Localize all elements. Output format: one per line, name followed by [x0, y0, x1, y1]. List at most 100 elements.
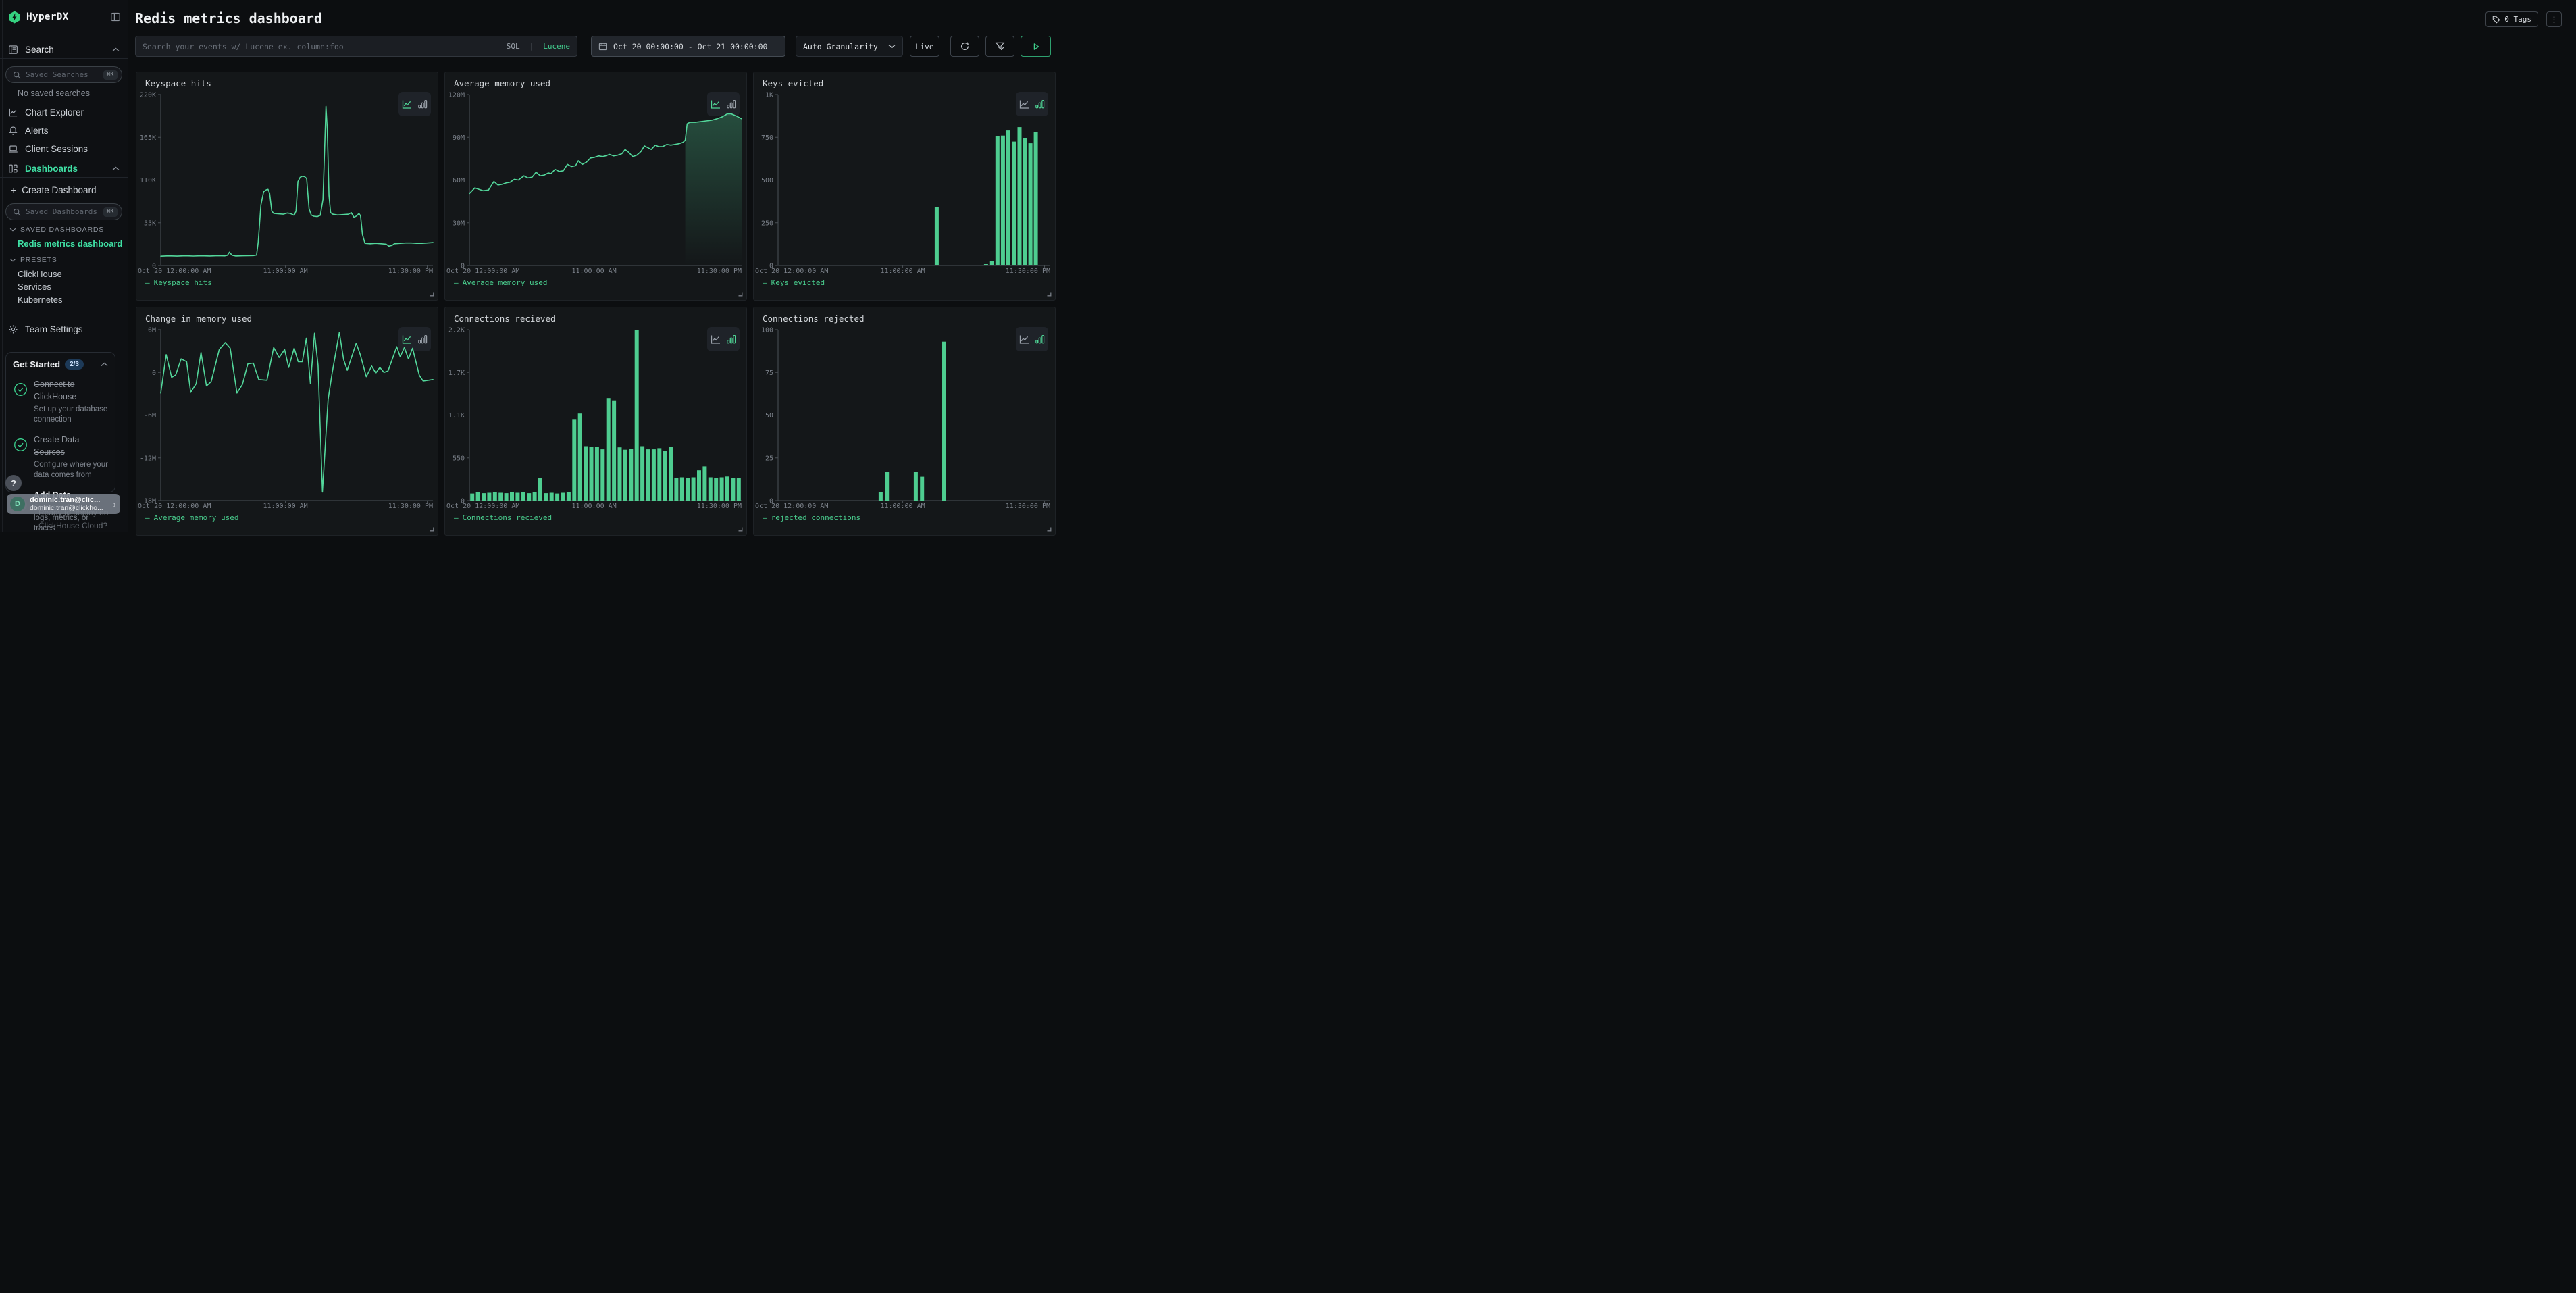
svg-text:75: 75	[765, 370, 773, 377]
chevron-up-icon	[112, 166, 120, 171]
saved-dashboards-header[interactable]: SAVED DASHBOARDS	[9, 226, 104, 234]
lucene-toggle[interactable]: Lucene	[543, 42, 570, 51]
sidebar-item-client-sessions[interactable]: Client Sessions	[0, 142, 128, 155]
kebab-menu-icon: ⋮	[2550, 15, 2558, 24]
hyperdx-logo-icon	[8, 11, 21, 24]
calendar-icon	[598, 42, 607, 51]
help-button[interactable]: ?	[5, 475, 22, 491]
svg-text:1.1K: 1.1K	[448, 412, 465, 420]
user-email: dominic.tran@clickho...	[30, 504, 109, 512]
svg-text:11:30:00 PM: 11:30:00 PM	[388, 268, 433, 275]
get-started-step-1[interactable]: Connect to ClickHouse Set up your databa…	[13, 378, 108, 425]
event-search-input[interactable]: Search your events w/ Lucene ex. column:…	[135, 36, 577, 57]
resize-handle[interactable]	[428, 526, 434, 532]
dashboards-icon	[8, 163, 18, 174]
svg-text:1K: 1K	[765, 92, 773, 99]
svg-text:0: 0	[152, 370, 156, 377]
svg-text:Oct 20 12:00:00 AM: Oct 20 12:00:00 AM	[755, 268, 828, 275]
svg-text:250: 250	[761, 220, 773, 227]
granularity-select[interactable]: Auto Granularity	[796, 36, 903, 57]
resize-handle[interactable]	[1046, 526, 1052, 532]
saved-searches-input[interactable]: Saved Searches ⌘K	[5, 66, 122, 83]
presets-header[interactable]: PRESETS	[9, 256, 57, 264]
chart-panel-5: Connections recieved 2.2K1.7K1.1K5500Oct…	[444, 307, 747, 536]
sidebar-item-alerts[interactable]: Alerts	[0, 124, 128, 137]
chart-legend: —Keyspace hits	[145, 278, 212, 287]
svg-text:11:30:00 PM: 11:30:00 PM	[388, 503, 433, 510]
run-query-button[interactable]	[1021, 36, 1051, 57]
resize-handle[interactable]	[737, 290, 743, 297]
sidebar-item-kubernetes[interactable]: Kubernetes	[18, 295, 63, 305]
user-name: dominic.tran@clic...	[30, 496, 109, 505]
shortcut-badge: ⌘K	[103, 70, 118, 80]
create-dashboard-button[interactable]: + Create Dashboard	[0, 183, 128, 197]
user-menu[interactable]: D dominic.tran@clic... dominic.tran@clic…	[7, 494, 120, 514]
svg-text:750: 750	[761, 134, 773, 142]
search-icon	[13, 71, 21, 79]
filter-icon	[995, 41, 1005, 51]
cloud-promo-line2: ClickHouse Cloud?	[38, 521, 107, 530]
chart-panel-6: Connections rejected 1007550250Oct 20 12…	[753, 307, 1056, 536]
panel-menu-button[interactable]: ⋮	[2546, 11, 2562, 27]
sql-toggle[interactable]: SQL	[507, 42, 520, 51]
chart-panel-3: Keys evicted 1K7505002500Oct 20 12:00:00…	[753, 72, 1056, 301]
svg-text:Oct 20 12:00:00 AM: Oct 20 12:00:00 AM	[138, 503, 211, 510]
get-started-step-2[interactable]: Create Data Sources Configure where your…	[13, 434, 108, 480]
svg-text:90M: 90M	[453, 134, 465, 142]
svg-text:220K: 220K	[140, 92, 156, 99]
sidebar-item-services[interactable]: Services	[18, 282, 51, 292]
date-range-picker[interactable]: Oct 20 00:00:00 - Oct 21 00:00:00	[591, 36, 785, 57]
svg-text:11:00:00 AM: 11:00:00 AM	[263, 268, 307, 275]
svg-text:55K: 55K	[144, 220, 156, 227]
dashboard-grid: Keyspace hits 220K165K110K55K0Oct 20 12:…	[136, 72, 1056, 536]
chart-panel-4: Change in memory used 6M0-6M-12M-18MOct …	[136, 307, 438, 536]
bell-icon	[8, 126, 18, 136]
resize-handle[interactable]	[1046, 290, 1052, 297]
svg-text:100: 100	[761, 327, 773, 334]
svg-text:Oct 20 12:00:00 AM: Oct 20 12:00:00 AM	[138, 268, 211, 275]
svg-text:-6M: -6M	[144, 412, 156, 420]
svg-text:11:30:00 PM: 11:30:00 PM	[697, 268, 742, 275]
sidebar-item-clickhouse[interactable]: ClickHouse	[18, 269, 62, 279]
sidebar-item-dashboards[interactable]: Dashboards	[0, 160, 128, 178]
svg-text:1.7K: 1.7K	[448, 370, 465, 377]
chart-legend: —rejected connections	[763, 513, 860, 522]
saved-dashboards-input[interactable]: Saved Dashboards ⌘K	[5, 203, 122, 220]
chart-plot: 1007550250Oct 20 12:00:00 AM11:00:00 AM1…	[754, 307, 1056, 536]
chart-plot: 2.2K1.7K1.1K5500Oct 20 12:00:00 AM11:00:…	[445, 307, 748, 536]
svg-text:11:00:00 AM: 11:00:00 AM	[880, 268, 925, 275]
filter-button[interactable]	[985, 36, 1014, 57]
play-icon	[1031, 42, 1041, 51]
tags-button[interactable]: 0 Tags	[2485, 11, 2538, 27]
svg-text:Oct 20 12:00:00 AM: Oct 20 12:00:00 AM	[446, 268, 519, 275]
chart-legend: —Connections recieved	[454, 513, 552, 522]
chevron-up-icon[interactable]	[101, 362, 108, 367]
gear-icon	[8, 324, 18, 334]
sidebar-item-search[interactable]: Search	[0, 41, 128, 59]
svg-text:50: 50	[765, 412, 773, 420]
progress-badge: 2/3	[65, 359, 84, 370]
search-icon	[13, 208, 21, 216]
laptop-icon	[8, 144, 18, 154]
chevron-down-icon	[9, 228, 16, 232]
chevron-right-icon: ›	[113, 499, 116, 509]
svg-text:11:00:00 AM: 11:00:00 AM	[571, 503, 616, 510]
sidebar-item-redis-dashboard[interactable]: Redis metrics dashboard	[18, 238, 122, 249]
chart-plot: 6M0-6M-12M-18MOct 20 12:00:00 AM11:00:00…	[136, 307, 439, 536]
live-button[interactable]: Live	[910, 36, 939, 57]
chevron-up-icon	[112, 47, 120, 52]
svg-text:-12M: -12M	[140, 455, 156, 462]
svg-text:11:30:00 PM: 11:30:00 PM	[697, 503, 742, 510]
sidebar-item-team-settings[interactable]: Team Settings	[0, 322, 128, 336]
avatar: D	[10, 497, 25, 511]
search-nav-icon	[8, 45, 18, 55]
resize-handle[interactable]	[737, 526, 743, 532]
resize-handle[interactable]	[428, 290, 434, 297]
svg-text:11:00:00 AM: 11:00:00 AM	[880, 503, 925, 510]
collapse-sidebar-icon[interactable]	[110, 11, 121, 22]
refresh-button[interactable]	[950, 36, 979, 57]
search-placeholder: Search your events w/ Lucene ex. column:…	[143, 42, 501, 51]
svg-text:Oct 20 12:00:00 AM: Oct 20 12:00:00 AM	[755, 503, 828, 510]
sidebar-item-chart-explorer[interactable]: Chart Explorer	[0, 105, 128, 119]
check-circle-icon	[13, 434, 28, 480]
